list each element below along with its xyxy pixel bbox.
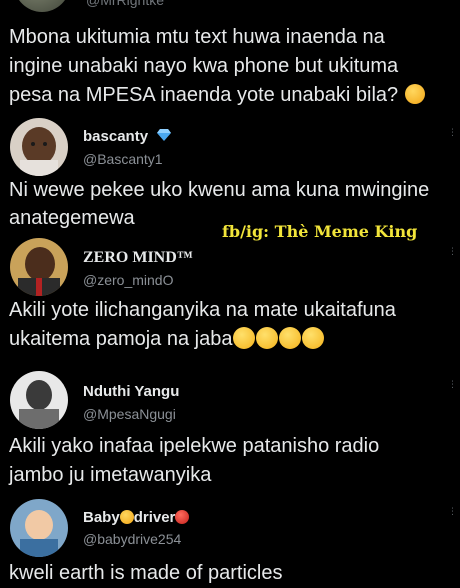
display-name[interactable]: bascanty xyxy=(83,128,148,145)
tears-of-joy-icon xyxy=(256,327,279,349)
angry-face-icon xyxy=(175,510,190,524)
tears-of-joy-icon xyxy=(279,327,302,349)
tears-of-joy-icon xyxy=(233,327,256,349)
tweet-text-line-with-emoji: ukaitema pamoja na jaba xyxy=(9,326,325,353)
user-handle[interactable]: @MpesaNgugi xyxy=(83,406,176,422)
sunglasses-face-icon xyxy=(119,510,134,524)
avatar[interactable] xyxy=(10,238,68,296)
tweet-text-line: Akili yako inafaa ipelekwe patanisho rad… xyxy=(9,435,380,457)
tweet-text-line: ukaitema pamoja na jaba xyxy=(9,328,233,350)
tweet-text-line: pesa na MPESA inaenda yote unabaki bila? xyxy=(9,84,399,106)
display-name[interactable]: Nduthi Yangu xyxy=(83,383,179,400)
avatar[interactable] xyxy=(10,499,68,557)
display-name-row: Baby driver xyxy=(83,509,190,526)
avatar[interactable] xyxy=(10,371,68,429)
user-handle[interactable]: @zero_mindO xyxy=(83,272,173,288)
more-options-icon[interactable]: ⋮ xyxy=(448,507,457,516)
tweet-text-line: ingine unabaki nayo kwa phone but ukitum… xyxy=(9,55,399,77)
more-options-icon[interactable]: ⋮ xyxy=(448,128,457,137)
tweet-text-line: Mbona ukitumia mtu text huwa inaenda na xyxy=(9,26,385,48)
user-handle[interactable]: @MrRightke xyxy=(86,0,164,8)
display-name-part[interactable]: driver xyxy=(134,509,176,526)
more-options-icon[interactable]: ⋮ xyxy=(448,247,457,256)
watermark: fb/ig: Thè Meme King xyxy=(222,222,418,241)
tweet-text-line: jambo ju imetawanyika xyxy=(9,464,212,486)
thinking-face-icon xyxy=(404,84,425,104)
tweet-text-line: Akili yote ilichanganyika na mate ukaita… xyxy=(9,299,396,321)
tweet-text-line-with-emoji: pesa na MPESA inaenda yote unabaki bila? xyxy=(9,82,425,109)
user-handle[interactable]: @Bascanty1 xyxy=(83,151,163,167)
user-handle[interactable]: @babydrive254 xyxy=(83,531,181,547)
tears-of-joy-icon xyxy=(302,327,325,349)
tweet-text-line: Ni wewe pekee uko kwenu ama kuna mwingin… xyxy=(9,179,430,201)
avatar[interactable] xyxy=(10,118,68,176)
more-options-icon[interactable]: ⋮ xyxy=(448,380,457,389)
display-name-row: bascanty xyxy=(83,128,172,145)
tweet-text-line: kweli earth is made of particles xyxy=(9,562,283,584)
display-name[interactable]: ZERO MIND™ xyxy=(83,249,193,267)
avatar[interactable] xyxy=(14,0,70,12)
display-name-part[interactable]: Baby xyxy=(83,509,120,526)
diamond-icon xyxy=(157,129,172,141)
tweet-text-line: anategemewa xyxy=(9,207,135,229)
